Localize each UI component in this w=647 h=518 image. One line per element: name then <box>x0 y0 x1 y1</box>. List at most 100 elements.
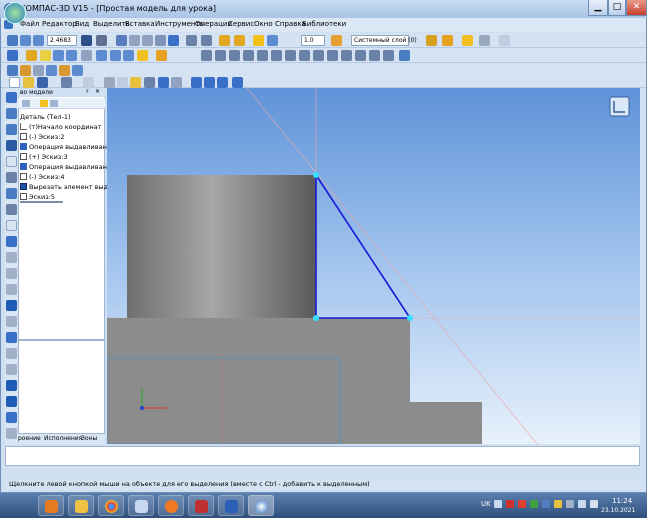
menu-file[interactable]: Файл <box>20 20 39 28</box>
start-button[interactable] <box>4 2 26 24</box>
tree-item-extrude2[interactable]: Операция выдавливания <box>20 163 115 171</box>
constraint-icon[interactable] <box>156 50 167 61</box>
filter-icon[interactable] <box>201 35 212 46</box>
properties-icon[interactable] <box>462 35 473 46</box>
menu-view[interactable]: Вид <box>75 20 89 28</box>
tree-item-part[interactable]: Деталь (Тел-1) <box>20 113 71 121</box>
reports-panel-icon[interactable] <box>6 220 17 231</box>
library-panel-icon[interactable] <box>6 332 17 343</box>
minimize-button[interactable]: ▁ <box>588 0 608 16</box>
variables-icon[interactable] <box>204 77 215 88</box>
extend-icon[interactable] <box>313 50 324 61</box>
details-panel-icon[interactable] <box>6 236 17 247</box>
tree-item-cut[interactable]: Вырезать элемент выдав <box>20 183 116 191</box>
upper-body[interactable] <box>127 175 316 318</box>
trim-icon[interactable] <box>299 50 310 61</box>
cursor-icon[interactable] <box>499 35 510 46</box>
show-all-icon[interactable] <box>219 35 230 46</box>
annotations-panel-icon[interactable] <box>6 124 17 135</box>
filter-faces-icon[interactable] <box>46 65 57 76</box>
zoom-out-icon[interactable] <box>33 35 44 46</box>
task-player[interactable] <box>188 495 214 516</box>
dimensions-panel-icon[interactable] <box>6 108 17 119</box>
select-panel-icon[interactable] <box>6 188 17 199</box>
step-settings-icon[interactable] <box>331 35 342 46</box>
cable-panel-icon[interactable] <box>6 348 17 359</box>
polygon-icon[interactable] <box>96 50 107 61</box>
tray-update-icon[interactable] <box>530 500 538 508</box>
undo-icon[interactable] <box>158 77 169 88</box>
zoom-value-field[interactable]: 2.4683 <box>47 35 77 46</box>
fillet-icon[interactable] <box>123 50 134 61</box>
tree-item-sketch3[interactable]: (+) Эскиз:3 <box>20 153 68 161</box>
maximize-button[interactable]: □ <box>608 0 626 16</box>
manager-icon[interactable] <box>191 77 202 88</box>
new-document-icon[interactable] <box>9 77 20 88</box>
tree-mode-icon[interactable] <box>22 100 30 107</box>
properties-brush-icon[interactable] <box>144 77 155 88</box>
layer-settings-icon[interactable] <box>426 35 437 46</box>
tray-expand-icon[interactable] <box>494 500 502 508</box>
circle-icon[interactable] <box>53 50 64 61</box>
filter-axes-icon[interactable] <box>72 65 83 76</box>
curves-panel-icon[interactable] <box>6 252 17 263</box>
model-viewport[interactable] <box>107 88 640 444</box>
measure-panel-icon[interactable] <box>6 172 17 183</box>
tray-acrobat-icon[interactable] <box>506 500 514 508</box>
task-chrome[interactable] <box>98 495 124 516</box>
aux-geometry-panel-icon[interactable] <box>6 316 17 327</box>
formula-icon[interactable] <box>217 77 228 88</box>
arrays-panel-icon[interactable] <box>6 284 17 295</box>
line-icon[interactable] <box>40 50 51 61</box>
line-style-icon[interactable] <box>479 35 490 46</box>
pin-icon[interactable]: ♯ <box>86 88 89 95</box>
tray-network-icon[interactable] <box>542 500 550 508</box>
menu-edit[interactable]: Редактор <box>42 20 77 28</box>
shaded-icon[interactable] <box>155 35 166 46</box>
tree-item-sketch2[interactable]: (-) Эскиз:2 <box>20 133 65 141</box>
task-word[interactable] <box>218 495 244 516</box>
tree-structure-icon[interactable] <box>40 100 48 107</box>
tree-item-origin[interactable]: (т)Начало координат <box>20 123 102 131</box>
bezier-icon[interactable] <box>271 50 282 61</box>
filter-edges-icon[interactable] <box>33 65 44 76</box>
rectangle-icon[interactable] <box>81 50 92 61</box>
surfaces-panel-icon[interactable] <box>6 268 17 279</box>
color-icon[interactable] <box>442 35 453 46</box>
task-kompas[interactable] <box>248 495 274 516</box>
perspective-icon[interactable] <box>186 35 197 46</box>
tray-signal-icon[interactable] <box>590 500 598 508</box>
layer-dropdown[interactable]: Системный слой (0) <box>351 35 417 46</box>
close-tree-icon[interactable]: ✕ <box>95 88 100 95</box>
copy-icon[interactable] <box>341 50 352 61</box>
print-icon[interactable] <box>61 77 72 88</box>
tray-flag-icon[interactable] <box>554 500 562 508</box>
zoom-window-icon[interactable] <box>7 35 18 46</box>
tab-build[interactable]: роение <box>18 435 41 442</box>
tree-item-sketch5[interactable]: Эскиз:5 <box>20 193 64 203</box>
hide-icon[interactable] <box>234 35 245 46</box>
menu-window[interactable]: Окно <box>254 20 273 28</box>
tree-item-extrude1[interactable]: Операция выдавливания <box>20 143 115 151</box>
mirror-icon[interactable] <box>327 50 338 61</box>
point-icon[interactable] <box>26 50 37 61</box>
cut-icon[interactable] <box>104 77 115 88</box>
tab-versions[interactable]: Исполнения <box>44 435 82 442</box>
sheet-panel-icon[interactable] <box>6 300 17 311</box>
view-orientation-icon[interactable] <box>609 96 630 117</box>
edit-panel-icon[interactable] <box>6 140 17 151</box>
pan-icon[interactable] <box>96 35 107 46</box>
arc-tool-icon[interactable] <box>257 50 268 61</box>
sketch-point-top[interactable] <box>313 172 319 178</box>
task-image-viewer[interactable] <box>128 495 154 516</box>
sketch-point-corner[interactable] <box>313 315 319 321</box>
tree-sort-icon[interactable] <box>50 100 58 107</box>
analysis-panel-icon[interactable] <box>6 428 17 439</box>
scale-icon[interactable] <box>369 50 380 61</box>
open-folder-icon[interactable] <box>23 77 34 88</box>
orientation-icon[interactable] <box>116 35 127 46</box>
menu-operations[interactable]: Операции <box>195 20 232 28</box>
close-button[interactable]: ✕ <box>626 0 647 16</box>
task-explorer[interactable] <box>68 495 94 516</box>
mech-panel-icon[interactable] <box>6 412 17 423</box>
